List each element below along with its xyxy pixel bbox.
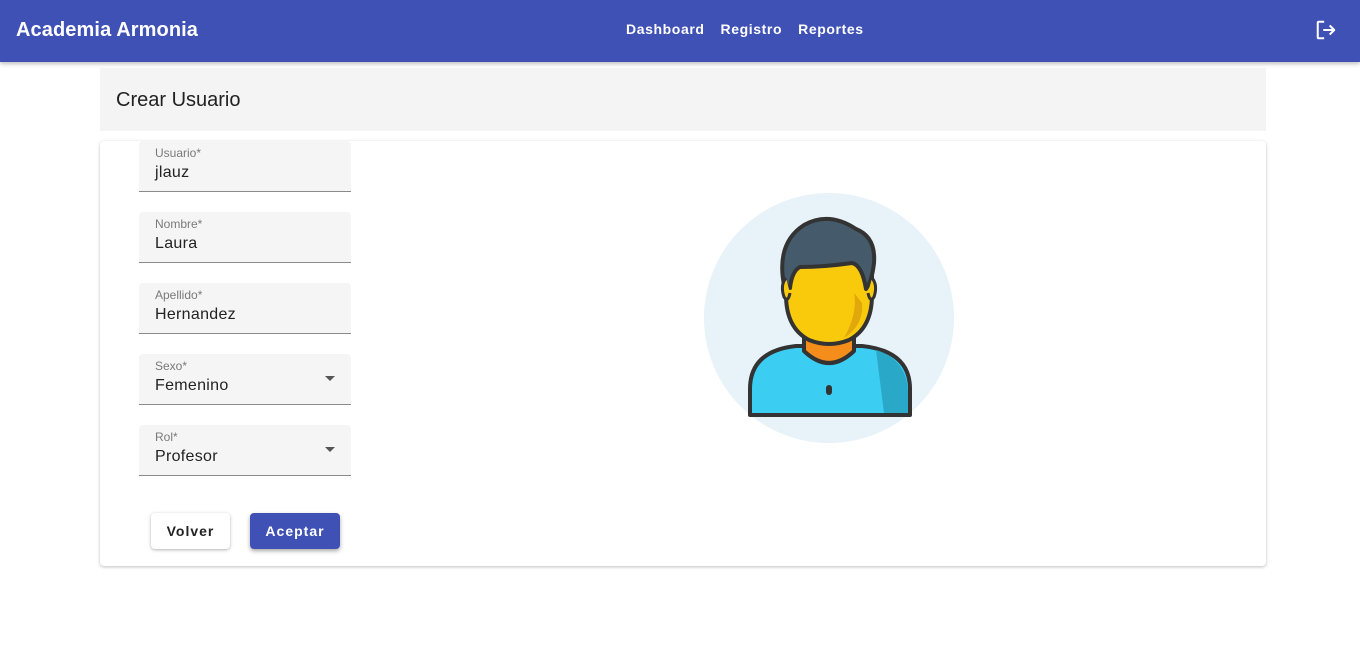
nav-link-registro[interactable]: Registro	[713, 14, 791, 44]
usuario-label: Usuario*	[155, 146, 202, 160]
sexo-select[interactable]: Sexo* Femenino	[139, 354, 351, 405]
rol-select[interactable]: Rol* Profesor	[139, 425, 351, 476]
nombre-field[interactable]: Nombre* Laura	[139, 212, 351, 263]
rol-label: Rol*	[155, 430, 178, 444]
nombre-label: Nombre*	[155, 217, 203, 231]
accept-button[interactable]: Aceptar	[250, 513, 340, 549]
nav-link-reportes[interactable]: Reportes	[790, 14, 871, 44]
main-nav: Dashboard Registro Reportes	[618, 14, 872, 44]
app-title: Academia Armonia	[16, 19, 199, 41]
user-avatar-icon	[704, 193, 954, 443]
page-header: Crear Usuario	[100, 68, 1266, 131]
user-form-card: Usuario* jlauz Nombre* Laura Apellido* H…	[100, 141, 1266, 566]
back-button[interactable]: Volver	[151, 513, 230, 549]
top-app-bar: Academia Armonia Dashboard Registro Repo…	[0, 0, 1360, 62]
apellido-input[interactable]: Hernandez	[155, 305, 236, 325]
apellido-label: Apellido*	[155, 288, 203, 302]
rol-value[interactable]: Profesor	[155, 447, 218, 467]
sexo-value[interactable]: Femenino	[155, 376, 229, 396]
usuario-field[interactable]: Usuario* jlauz	[139, 141, 351, 192]
dropdown-arrow-icon[interactable]	[325, 376, 335, 381]
logout-button[interactable]	[1312, 16, 1340, 44]
dropdown-arrow-icon[interactable]	[325, 447, 335, 452]
apellido-field[interactable]: Apellido* Hernandez	[139, 283, 351, 334]
page-title: Crear Usuario	[116, 89, 241, 111]
nav-link-dashboard[interactable]: Dashboard	[618, 14, 713, 44]
sexo-label: Sexo*	[155, 359, 188, 373]
nombre-input[interactable]: Laura	[155, 234, 197, 254]
usuario-input[interactable]: jlauz	[155, 163, 189, 183]
logout-icon	[1316, 20, 1336, 40]
